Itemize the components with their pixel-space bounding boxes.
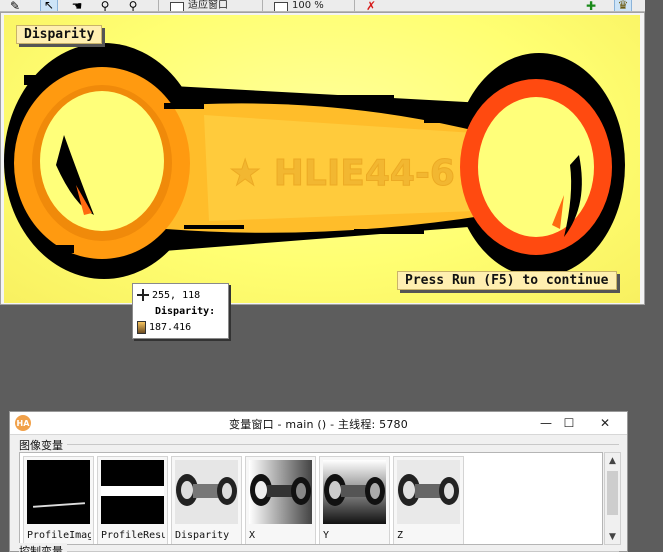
thumbnail-image <box>175 460 238 524</box>
engraved-text: ★ HLIE44-6 <box>229 153 455 194</box>
fit-window-icon <box>170 2 184 11</box>
thumbnail-image <box>397 460 460 524</box>
thumbnail-image <box>27 460 90 524</box>
disparity-image[interactable]: ★ HLIE44-6 <box>4 15 640 303</box>
thumbnail-image <box>323 460 386 524</box>
scroll-up-icon[interactable]: ▲ <box>605 453 620 468</box>
zoom-out-icon[interactable]: ⚲ <box>124 0 142 11</box>
right-gutter <box>645 0 663 305</box>
clear-icon[interactable]: ✗ <box>362 0 380 11</box>
image-vars-group-line <box>19 444 619 445</box>
toolbar: ✎ ↖ ☚ ⚲ ⚲ 适应窗口 100 % ✗ ✚ ♛ <box>0 0 645 12</box>
close-button[interactable]: ✕ <box>594 414 616 432</box>
image-name-label: Disparity <box>16 25 103 44</box>
scroll-thumb[interactable] <box>607 471 618 515</box>
fit-window-label: 适应窗口 <box>188 0 228 11</box>
gray-value-swatch-icon <box>137 321 146 334</box>
control-vars-label: 控制变量 <box>19 543 67 552</box>
toolbar-separator <box>354 0 355 11</box>
image-variables-list: ProfileImage ProfileResult Disparity <box>19 452 603 545</box>
continue-message: Press Run (F5) to continue <box>397 271 617 290</box>
pixel-info-tooltip: 255, 118 Disparity: 187.416 <box>132 283 229 339</box>
thumbnail-caption: Y <box>323 530 330 541</box>
thumbnail-image <box>249 460 312 524</box>
thumbnail-caption: Z <box>397 530 404 541</box>
thumbnail-profile-image[interactable]: ProfileImage <box>23 456 94 544</box>
thumbnails-scrollbar[interactable]: ▲ ▼ <box>604 452 621 545</box>
thumbnail-profile-result[interactable]: ProfileResult <box>97 456 168 544</box>
zoom-in-icon[interactable]: ⚲ <box>96 0 114 11</box>
color-palette-icon[interactable]: ✚ <box>582 0 600 11</box>
zoom-label: 100 % <box>292 0 324 11</box>
thumbnail-caption: Disparity <box>175 530 230 541</box>
connecting-rod-image: ★ HLIE44-6 <box>4 43 625 279</box>
hand-icon[interactable]: ☚ <box>68 0 86 11</box>
thumbnail-caption: ProfileImage <box>27 530 91 541</box>
toolbar-separator <box>262 0 263 11</box>
scroll-down-icon[interactable]: ▼ <box>605 529 620 544</box>
fit-window-combo[interactable]: 适应窗口 <box>170 0 228 11</box>
pencil-icon[interactable]: ✎ <box>6 0 24 11</box>
image-vars-label: 图像变量 <box>19 437 67 453</box>
thumbnail-z[interactable]: Z <box>393 456 464 544</box>
thumbnail-caption: X <box>249 530 256 541</box>
maximize-button[interactable]: ☐ <box>558 414 580 432</box>
graphics-window[interactable]: ★ HLIE44-6 Disparity Press Run (F5) to c… <box>0 12 645 305</box>
thumbnail-y[interactable]: Y <box>319 456 390 544</box>
zoom-icon <box>274 2 288 11</box>
pointer-icon[interactable]: ↖ <box>40 0 58 11</box>
pixel-value: 187.416 <box>149 322 192 333</box>
minimize-button[interactable]: — <box>535 414 557 432</box>
thumbnail-caption: ProfileResult <box>101 530 165 541</box>
thumbnail-disparity[interactable]: Disparity <box>171 456 242 544</box>
thumbnail-image <box>101 460 164 524</box>
pixel-channel-label: Disparity: <box>155 306 216 317</box>
crosshair-icon <box>137 289 149 301</box>
variable-window: HA 变量窗口 - main () - 主线程: 5780 — ☐ ✕ 图像变量… <box>9 411 628 552</box>
trophy-icon[interactable]: ♛ <box>614 0 632 11</box>
thumbnail-x[interactable]: X <box>245 456 316 544</box>
pixel-coordinates: 255, 118 <box>152 289 201 301</box>
toolbar-separator <box>158 0 159 11</box>
variable-window-titlebar[interactable]: HA 变量窗口 - main () - 主线程: 5780 — ☐ ✕ <box>10 412 627 435</box>
zoom-combo[interactable]: 100 % <box>274 0 324 11</box>
